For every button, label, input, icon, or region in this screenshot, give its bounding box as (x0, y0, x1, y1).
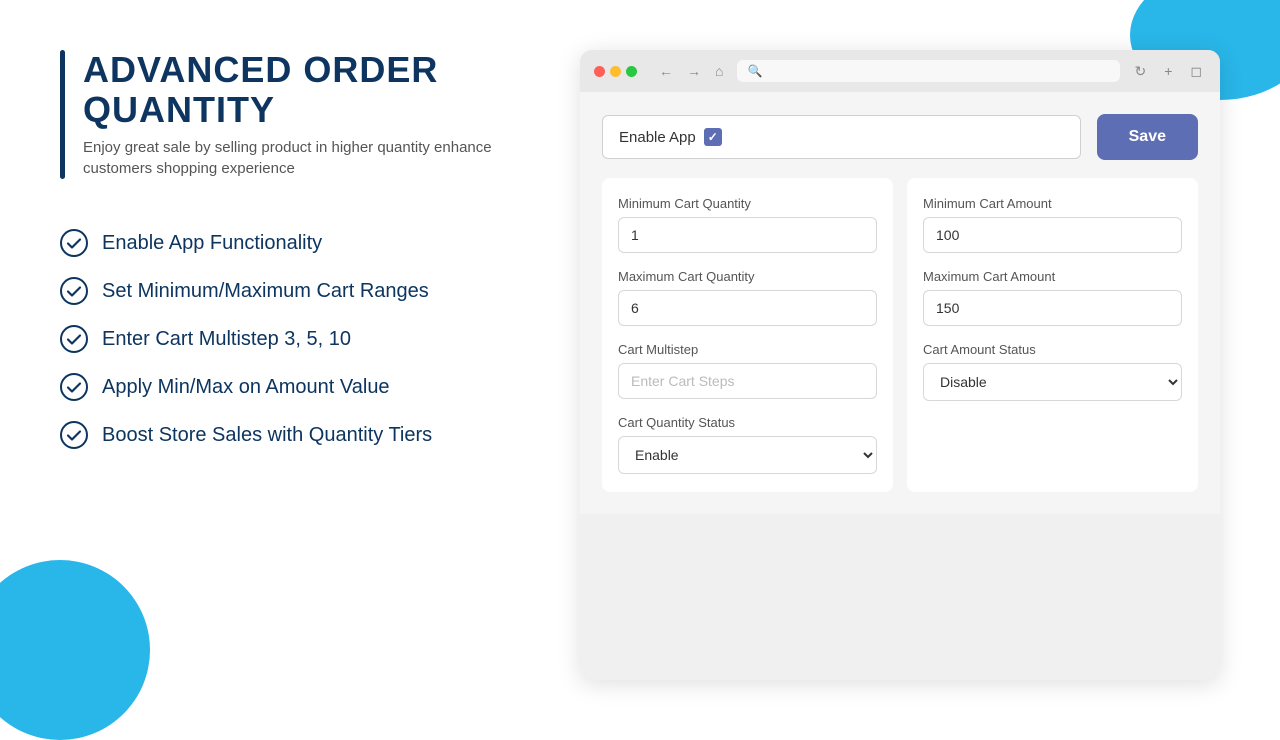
browser-refresh-button[interactable]: ↻ (1130, 61, 1150, 82)
minimize-window-button[interactable] (610, 66, 621, 77)
left-form-panel: Minimum Cart Quantity Maximum Cart Quant… (602, 178, 893, 492)
cart-multistep-input[interactable] (618, 363, 877, 399)
check-circle-icon (60, 229, 88, 257)
checkmark-icon: ✓ (708, 130, 718, 144)
min-cart-amount-label: Minimum Cart Amount (923, 196, 1182, 211)
cart-multistep-label: Cart Multistep (618, 342, 877, 357)
browser-window-controls (594, 66, 637, 77)
list-item: Set Minimum/Maximum Cart Ranges (60, 277, 540, 305)
check-circle-icon (60, 325, 88, 353)
max-cart-quantity-input[interactable] (618, 290, 877, 326)
cart-multistep-field: Cart Multistep (618, 342, 877, 399)
browser-content: Enable App ✓ Save Minimum Cart Quantity (580, 92, 1220, 514)
max-cart-amount-input[interactable] (923, 290, 1182, 326)
browser-home-button[interactable]: ⌂ (711, 61, 727, 81)
min-cart-quantity-label: Minimum Cart Quantity (618, 196, 877, 211)
max-cart-amount-label: Maximum Cart Amount (923, 269, 1182, 284)
cart-quantity-status-select[interactable]: Enable Disable (618, 436, 877, 474)
feature-label-4: Apply Min/Max on Amount Value (102, 376, 390, 399)
list-item: Apply Min/Max on Amount Value (60, 373, 540, 401)
feature-label-5: Boost Store Sales with Quantity Tiers (102, 424, 432, 447)
browser-address-bar[interactable]: 🔍 (737, 60, 1120, 82)
list-item: Enter Cart Multistep 3, 5, 10 (60, 325, 540, 353)
enable-app-row: Enable App ✓ Save (602, 114, 1198, 160)
enable-app-field: Enable App ✓ (602, 115, 1081, 159)
browser-toolbar: ← → ⌂ 🔍 ↻ + ◻ (580, 50, 1220, 92)
right-panel: ← → ⌂ 🔍 ↻ + ◻ Enable App ✓ (580, 50, 1220, 680)
max-cart-quantity-label: Maximum Cart Quantity (618, 269, 877, 284)
maximize-window-button[interactable] (626, 66, 637, 77)
browser-forward-button[interactable]: → (683, 61, 705, 81)
browser-mockup: ← → ⌂ 🔍 ↻ + ◻ Enable App ✓ (580, 50, 1220, 680)
feature-label-1: Enable App Functionality (102, 232, 322, 255)
header-block: ADVANCED ORDER QUANTITY Enjoy great sale… (60, 50, 540, 179)
features-list: Enable App Functionality Set Minimum/Max… (60, 229, 540, 449)
browser-back-button[interactable]: ← (655, 61, 677, 81)
search-icon: 🔍 (747, 64, 762, 78)
header-text: ADVANCED ORDER QUANTITY Enjoy great sale… (83, 50, 540, 179)
cart-quantity-status-field: Cart Quantity Status Enable Disable (618, 415, 877, 474)
browser-menu-button[interactable]: ◻ (1186, 61, 1206, 82)
check-circle-icon (60, 277, 88, 305)
max-cart-quantity-field: Maximum Cart Quantity (618, 269, 877, 326)
enable-app-checkbox[interactable]: ✓ (704, 128, 722, 146)
feature-label-3: Enter Cart Multistep 3, 5, 10 (102, 328, 351, 351)
close-window-button[interactable] (594, 66, 605, 77)
feature-label-2: Set Minimum/Maximum Cart Ranges (102, 280, 429, 303)
check-circle-icon (60, 421, 88, 449)
list-item: Boost Store Sales with Quantity Tiers (60, 421, 540, 449)
header-border-decoration (60, 50, 65, 179)
form-grid: Minimum Cart Quantity Maximum Cart Quant… (602, 178, 1198, 492)
enable-app-label: Enable App (619, 129, 696, 146)
browser-add-tab-button[interactable]: + (1160, 61, 1176, 81)
min-cart-amount-field: Minimum Cart Amount (923, 196, 1182, 253)
left-panel: ADVANCED ORDER QUANTITY Enjoy great sale… (60, 50, 540, 680)
check-circle-icon (60, 373, 88, 401)
cart-amount-status-select[interactable]: Enable Disable (923, 363, 1182, 401)
save-button[interactable]: Save (1097, 114, 1198, 160)
list-item: Enable App Functionality (60, 229, 540, 257)
max-cart-amount-field: Maximum Cart Amount (923, 269, 1182, 326)
cart-quantity-status-label: Cart Quantity Status (618, 415, 877, 430)
min-cart-quantity-field: Minimum Cart Quantity (618, 196, 877, 253)
right-form-panel: Minimum Cart Amount Maximum Cart Amount … (907, 178, 1198, 492)
min-cart-quantity-input[interactable] (618, 217, 877, 253)
cart-amount-status-label: Cart Amount Status (923, 342, 1182, 357)
browser-nav-buttons: ← → ⌂ (655, 61, 727, 81)
cart-amount-status-field: Cart Amount Status Enable Disable (923, 342, 1182, 401)
page-title: ADVANCED ORDER QUANTITY (83, 50, 540, 129)
min-cart-amount-input[interactable] (923, 217, 1182, 253)
page-subtitle: Enjoy great sale by selling product in h… (83, 137, 540, 179)
